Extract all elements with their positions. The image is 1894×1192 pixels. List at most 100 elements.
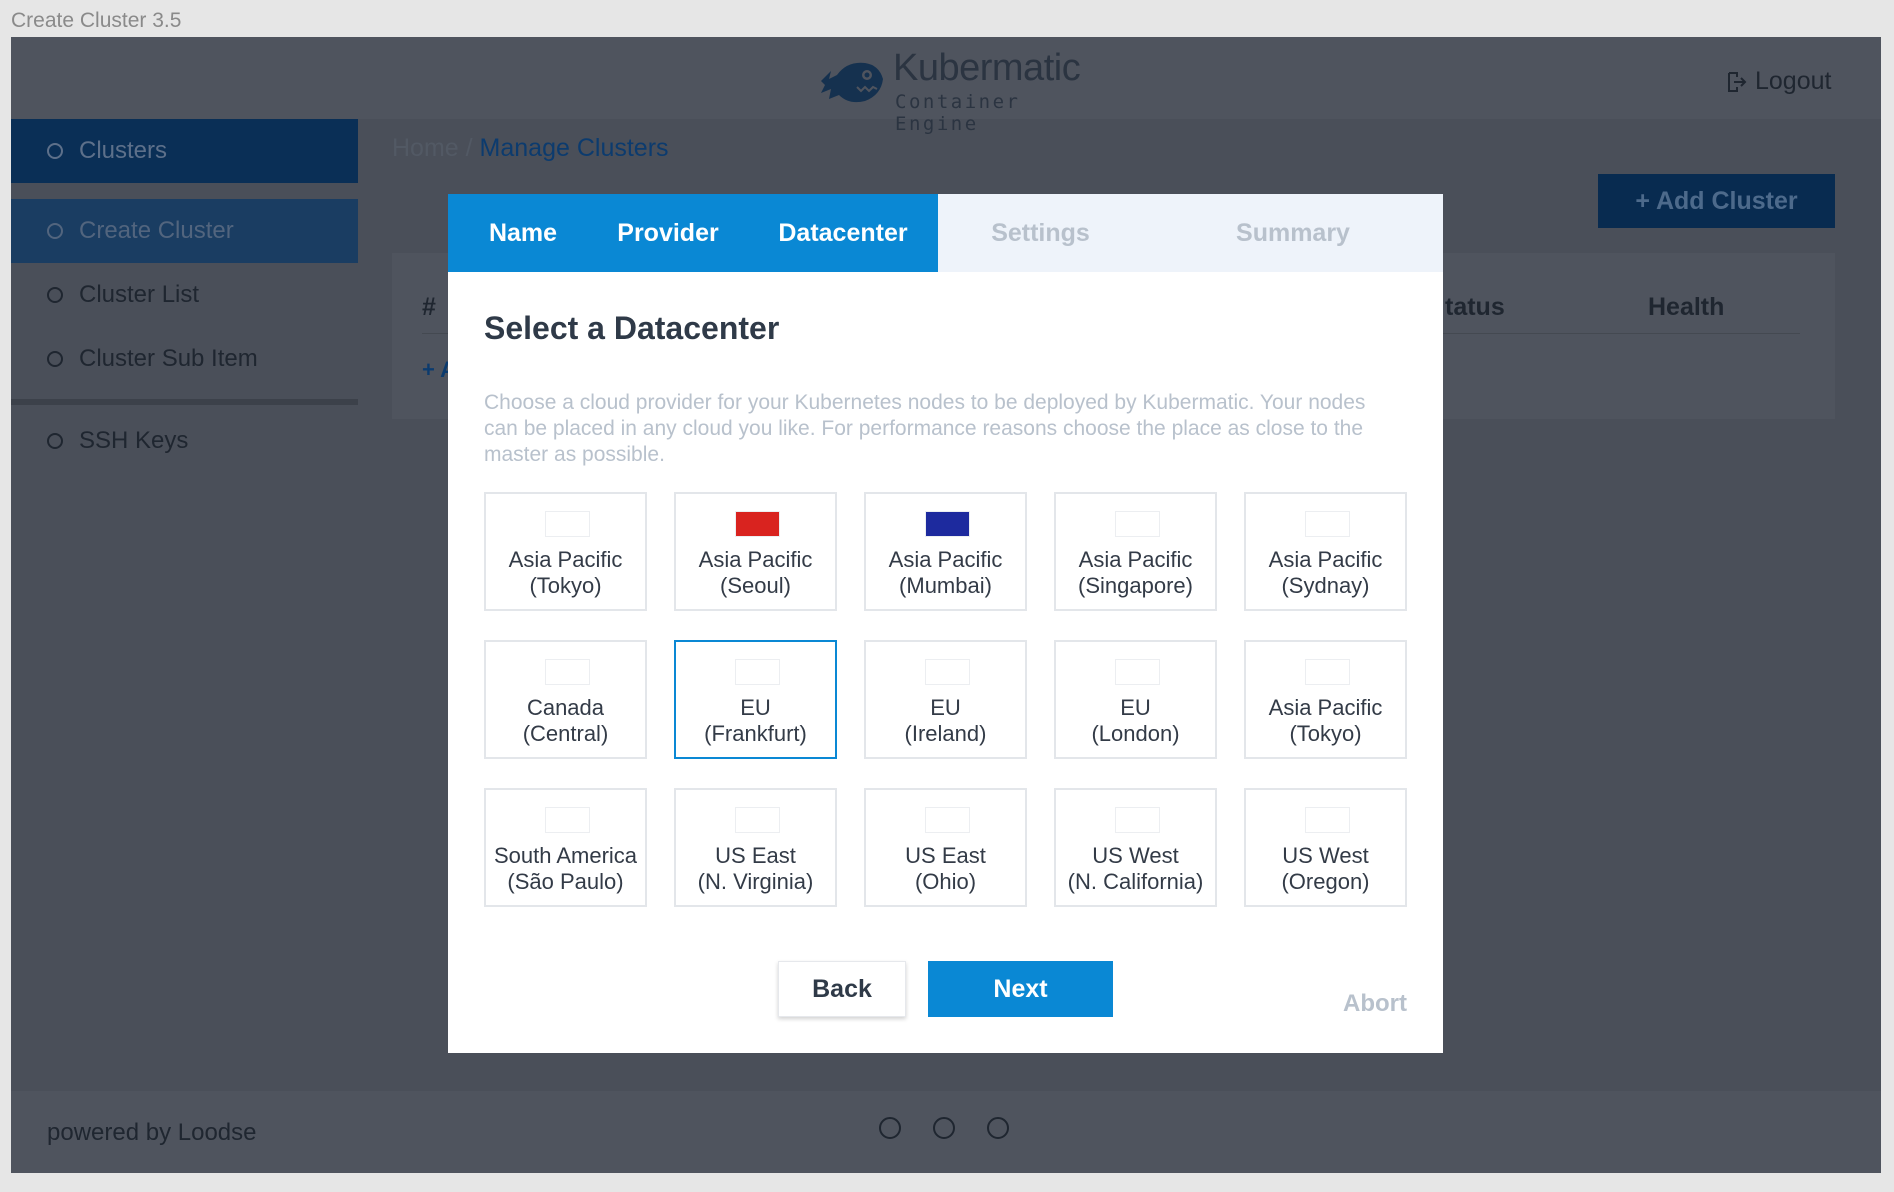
datacenter-region: US East	[905, 843, 986, 868]
add-cluster-button[interactable]: + Add Cluster	[1598, 174, 1835, 228]
datacenter-location: (Sydnay)	[1281, 573, 1370, 598]
window-title: Create Cluster 3.5	[11, 9, 182, 32]
step-name[interactable]: Name	[448, 194, 588, 272]
sidebar-item-label: Cluster Sub Item	[79, 345, 258, 372]
datacenter-region: EU	[1120, 695, 1151, 720]
datacenter-region: Asia Pacific	[888, 547, 1003, 572]
logout-label: Logout	[1755, 67, 1832, 95]
datacenter-region: US West	[1282, 843, 1369, 868]
datacenter-location: (Oregon)	[1281, 869, 1370, 894]
datacenter-location: (N. Virginia)	[697, 869, 814, 894]
datacenter-card[interactable]: US West (N. California)	[1054, 788, 1217, 907]
sidebar-item-label: SSH Keys	[79, 427, 189, 454]
datacenter-card[interactable]: Asia Pacific (Tokyo)	[1244, 640, 1407, 759]
app-header: Kubermatic Container Engine Logout	[11, 37, 1881, 135]
back-button[interactable]: Back	[778, 961, 906, 1017]
abort-button[interactable]: Abort	[1343, 990, 1407, 1018]
modal-title: Select a Datacenter	[484, 310, 780, 346]
datacenter-card[interactable]: EU (London)	[1054, 640, 1217, 759]
datacenter-grid: Asia Pacific (Tokyo) Asia Pacific (Seoul) As…	[484, 492, 1412, 912]
flag-icon	[1305, 511, 1350, 537]
logout-icon	[1728, 71, 1747, 92]
datacenter-location: (Seoul)	[720, 573, 791, 598]
datacenter-location: (N. California)	[1067, 869, 1204, 894]
datacenter-card[interactable]: South America (São Paulo)	[484, 788, 647, 907]
datacenter-card[interactable]: Asia Pacific (Tokyo)	[484, 492, 647, 611]
table-header-number: #	[422, 293, 436, 321]
flag-icon	[1305, 807, 1350, 833]
circle-icon	[47, 223, 63, 239]
datacenter-card[interactable]: US East (Ohio)	[864, 788, 1027, 907]
table-header-health: Health	[1648, 293, 1725, 321]
datacenter-region: Asia Pacific	[698, 547, 813, 572]
breadcrumb-current: Manage Clusters	[479, 134, 669, 162]
page-dot[interactable]	[933, 1117, 955, 1139]
flag-icon	[545, 511, 590, 537]
flag-icon	[1115, 511, 1160, 537]
datacenter-card[interactable]: EU (Frankfurt)	[674, 640, 837, 759]
datacenter-region: Asia Pacific	[1078, 547, 1193, 572]
step-provider[interactable]: Provider	[588, 194, 748, 272]
flag-icon	[1115, 659, 1160, 685]
flag-icon	[735, 659, 780, 685]
datacenter-location: (Tokyo)	[1289, 721, 1362, 746]
flag-icon	[735, 511, 780, 537]
page-dot[interactable]	[987, 1117, 1009, 1139]
page-dot[interactable]	[879, 1117, 901, 1139]
flag-icon	[925, 807, 970, 833]
datacenter-card[interactable]: US West (Oregon)	[1244, 788, 1407, 907]
sidebar-item-cluster-sub-item[interactable]: Cluster Sub Item	[11, 327, 358, 391]
datacenter-location: (Frankfurt)	[704, 721, 807, 746]
step-datacenter[interactable]: Datacenter	[748, 194, 938, 272]
breadcrumb-home[interactable]: Home	[392, 134, 459, 162]
circle-icon	[47, 433, 63, 449]
datacenter-card[interactable]: EU (Ireland)	[864, 640, 1027, 759]
powered-by-text: powered by Loodse	[47, 1119, 257, 1146]
datacenter-region: Canada	[526, 695, 605, 720]
datacenter-location: (Ireland)	[904, 721, 987, 746]
datacenter-location: (Mumbai)	[899, 573, 992, 598]
datacenter-region: US East	[715, 843, 796, 868]
table-header-status: tatus	[1445, 293, 1505, 321]
datacenter-card[interactable]: Asia Pacific (Singapore)	[1054, 492, 1217, 611]
flag-icon	[1115, 807, 1160, 833]
sidebar-item-label: Cluster List	[79, 281, 200, 308]
datacenter-region: South America	[493, 843, 638, 868]
datacenter-location: (Ohio)	[914, 869, 977, 894]
kubermatic-logo[interactable]: Kubermatic Container Engine	[817, 47, 1087, 135]
datacenter-card[interactable]: Canada (Central)	[484, 640, 647, 759]
datacenter-region: Asia Pacific	[1268, 547, 1383, 572]
breadcrumb: Home / Manage Clusters	[392, 134, 669, 163]
sidebar-item-clusters[interactable]: Clusters	[11, 119, 358, 183]
datacenter-region: EU	[740, 695, 771, 720]
datacenter-region: Asia Pacific	[1268, 695, 1383, 720]
datacenter-card[interactable]: Asia Pacific (Mumbai)	[864, 492, 1027, 611]
breadcrumb-separator: /	[465, 134, 473, 162]
sidebar-item-ssh-keys[interactable]: SSH Keys	[11, 409, 358, 473]
step-summary[interactable]: Summary	[1143, 194, 1443, 272]
sidebar-item-create-cluster[interactable]: Create Cluster	[11, 199, 358, 263]
datacenter-region: EU	[930, 695, 961, 720]
circle-icon	[47, 351, 63, 367]
piranha-logo-icon	[821, 62, 883, 103]
wizard-steps: Name Provider Datacenter Settings Summar…	[448, 194, 1443, 272]
next-button[interactable]: Next	[928, 961, 1113, 1017]
sidebar-item-label: Clusters	[79, 137, 168, 164]
page-indicator	[879, 1117, 1009, 1139]
logo-subtitle: Container Engine	[895, 91, 1021, 135]
logout-button[interactable]: Logout	[1727, 67, 1831, 96]
datacenter-location: (London)	[1091, 721, 1180, 746]
create-cluster-modal: Name Provider Datacenter Settings Summar…	[448, 194, 1443, 1053]
step-settings[interactable]: Settings	[938, 194, 1143, 272]
sidebar-divider	[11, 399, 358, 405]
datacenter-card[interactable]: Asia Pacific (Seoul)	[674, 492, 837, 611]
datacenter-region: US West	[1092, 843, 1179, 868]
datacenter-location: (Tokyo)	[529, 573, 602, 598]
datacenter-card[interactable]: US East (N. Virginia)	[674, 788, 837, 907]
sidebar-item-cluster-list[interactable]: Cluster List	[11, 263, 358, 327]
logo-title: Kubermatic	[893, 47, 1081, 89]
datacenter-card[interactable]: Asia Pacific (Sydnay)	[1244, 492, 1407, 611]
flag-icon	[545, 807, 590, 833]
flag-icon	[925, 659, 970, 685]
app-footer: powered by Loodse	[11, 1091, 1881, 1173]
